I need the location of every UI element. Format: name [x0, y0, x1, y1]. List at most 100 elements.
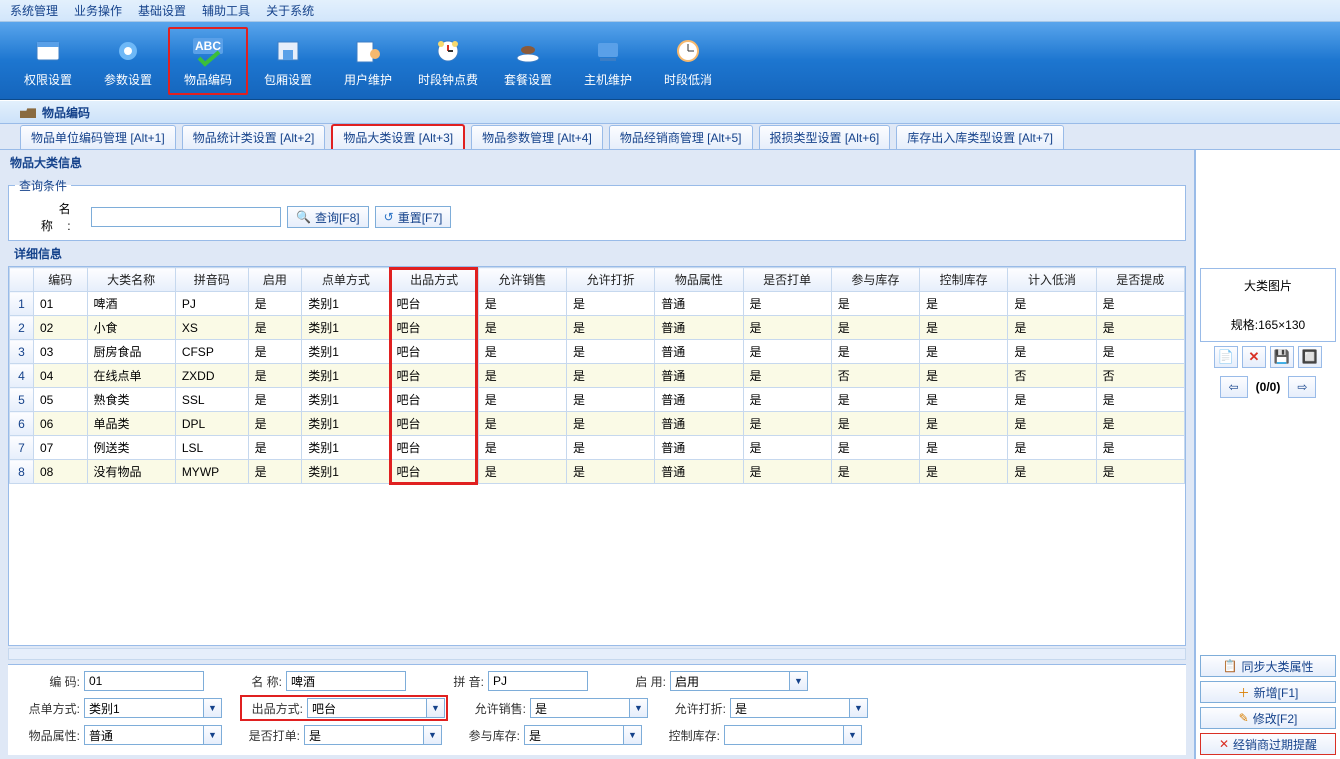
- cell[interactable]: 熟食类: [87, 388, 175, 412]
- cell[interactable]: 是: [743, 292, 831, 316]
- col-11[interactable]: 控制库存: [920, 268, 1008, 292]
- col-6[interactable]: 允许销售: [478, 268, 566, 292]
- col-13[interactable]: 是否提成: [1096, 268, 1184, 292]
- cell[interactable]: 是: [1008, 436, 1096, 460]
- cell[interactable]: 普通: [655, 436, 743, 460]
- cell[interactable]: 是: [248, 460, 302, 484]
- cell[interactable]: 是: [1096, 460, 1184, 484]
- cell[interactable]: 是: [920, 412, 1008, 436]
- ribbon-room[interactable]: 包厢设置: [248, 27, 328, 95]
- f-ctrlstock-arrow[interactable]: ▼: [844, 725, 862, 745]
- cell[interactable]: 类别1: [302, 364, 390, 388]
- cell[interactable]: 是: [478, 412, 566, 436]
- cell[interactable]: 是: [1096, 316, 1184, 340]
- tab-1[interactable]: 物品统计类设置 [Alt+2]: [182, 125, 326, 149]
- menu-about[interactable]: 关于系统: [260, 0, 320, 21]
- f-enable[interactable]: [670, 671, 790, 691]
- cell[interactable]: XS: [175, 316, 248, 340]
- cell[interactable]: 吧台: [390, 388, 478, 412]
- col-0[interactable]: 编码: [34, 268, 88, 292]
- cell[interactable]: 类别1: [302, 388, 390, 412]
- tab-2[interactable]: 物品大类设置 [Alt+3]: [331, 124, 465, 149]
- cell[interactable]: 是: [743, 436, 831, 460]
- cell[interactable]: 是: [831, 388, 919, 412]
- f-stock-arrow[interactable]: ▼: [624, 725, 642, 745]
- cell[interactable]: 是: [743, 316, 831, 340]
- f-produce-arrow[interactable]: ▼: [427, 698, 445, 718]
- edit-button[interactable]: ✎修改[F2]: [1200, 707, 1336, 729]
- cell[interactable]: 是: [248, 292, 302, 316]
- cell[interactable]: 05: [34, 388, 88, 412]
- cell[interactable]: 03: [34, 340, 88, 364]
- cell[interactable]: 类别1: [302, 292, 390, 316]
- cell[interactable]: 类别1: [302, 412, 390, 436]
- f-discount[interactable]: [730, 698, 850, 718]
- img-new-icon[interactable]: 📄: [1214, 346, 1238, 368]
- cell[interactable]: 是: [248, 340, 302, 364]
- cell[interactable]: 是: [1096, 292, 1184, 316]
- f-name[interactable]: [286, 671, 406, 691]
- cell[interactable]: 是: [920, 340, 1008, 364]
- cell[interactable]: 是: [831, 316, 919, 340]
- cell[interactable]: 是: [478, 388, 566, 412]
- cell[interactable]: 类别1: [302, 460, 390, 484]
- ribbon-auth[interactable]: 权限设置: [8, 27, 88, 95]
- cell[interactable]: CFSP: [175, 340, 248, 364]
- cell[interactable]: 是: [248, 316, 302, 340]
- cell[interactable]: 类别1: [302, 316, 390, 340]
- f-ordermode-arrow[interactable]: ▼: [204, 698, 222, 718]
- cell[interactable]: 否: [1008, 364, 1096, 388]
- cell[interactable]: 是: [566, 388, 654, 412]
- cell[interactable]: 是: [478, 436, 566, 460]
- cell[interactable]: 例送类: [87, 436, 175, 460]
- cell[interactable]: 类别1: [302, 340, 390, 364]
- col-10[interactable]: 参与库存: [831, 268, 919, 292]
- menu-biz[interactable]: 业务操作: [68, 0, 128, 21]
- nav-prev[interactable]: ⇦: [1220, 376, 1248, 398]
- cell[interactable]: 小食: [87, 316, 175, 340]
- cell[interactable]: PJ: [175, 292, 248, 316]
- col-12[interactable]: 计入低消: [1008, 268, 1096, 292]
- cell[interactable]: 是: [831, 412, 919, 436]
- menu-system[interactable]: 系统管理: [4, 0, 64, 21]
- cell[interactable]: 是: [248, 412, 302, 436]
- f-print[interactable]: [304, 725, 424, 745]
- cell[interactable]: 是: [920, 436, 1008, 460]
- cell[interactable]: 是: [743, 340, 831, 364]
- menu-tools[interactable]: 辅助工具: [196, 0, 256, 21]
- cell[interactable]: 是: [1008, 340, 1096, 364]
- cell[interactable]: 是: [920, 388, 1008, 412]
- ribbon-package[interactable]: 套餐设置: [488, 27, 568, 95]
- img-del-icon[interactable]: ✕: [1242, 346, 1266, 368]
- cell[interactable]: 吧台: [390, 292, 478, 316]
- cell[interactable]: 是: [920, 316, 1008, 340]
- f-discount-arrow[interactable]: ▼: [850, 698, 868, 718]
- cell[interactable]: 吧台: [390, 436, 478, 460]
- cell[interactable]: 普通: [655, 340, 743, 364]
- ribbon-lowtime[interactable]: 时段低消: [648, 27, 728, 95]
- cell[interactable]: 是: [831, 292, 919, 316]
- cell[interactable]: 否: [831, 364, 919, 388]
- cell[interactable]: 是: [1008, 412, 1096, 436]
- cell[interactable]: 是: [478, 340, 566, 364]
- cell[interactable]: MYWP: [175, 460, 248, 484]
- add-button[interactable]: ＋新增[F1]: [1200, 681, 1336, 703]
- col-2[interactable]: 拼音码: [175, 268, 248, 292]
- cell[interactable]: 吧台: [390, 412, 478, 436]
- nav-next[interactable]: ⇨: [1288, 376, 1316, 398]
- cell[interactable]: 是: [1096, 412, 1184, 436]
- img-view-icon[interactable]: 🔲: [1298, 346, 1322, 368]
- cell[interactable]: 是: [566, 316, 654, 340]
- ribbon-user[interactable]: 用户维护: [328, 27, 408, 95]
- tab-0[interactable]: 物品单位编码管理 [Alt+1]: [20, 125, 176, 149]
- cell[interactable]: 是: [1008, 292, 1096, 316]
- cell[interactable]: DPL: [175, 412, 248, 436]
- f-print-arrow[interactable]: ▼: [424, 725, 442, 745]
- f-produce[interactable]: [307, 698, 427, 718]
- img-save-icon[interactable]: 💾: [1270, 346, 1294, 368]
- cell[interactable]: 是: [248, 436, 302, 460]
- cell[interactable]: LSL: [175, 436, 248, 460]
- menu-base[interactable]: 基础设置: [132, 0, 192, 21]
- cell[interactable]: 02: [34, 316, 88, 340]
- f-ctrlstock[interactable]: [724, 725, 844, 745]
